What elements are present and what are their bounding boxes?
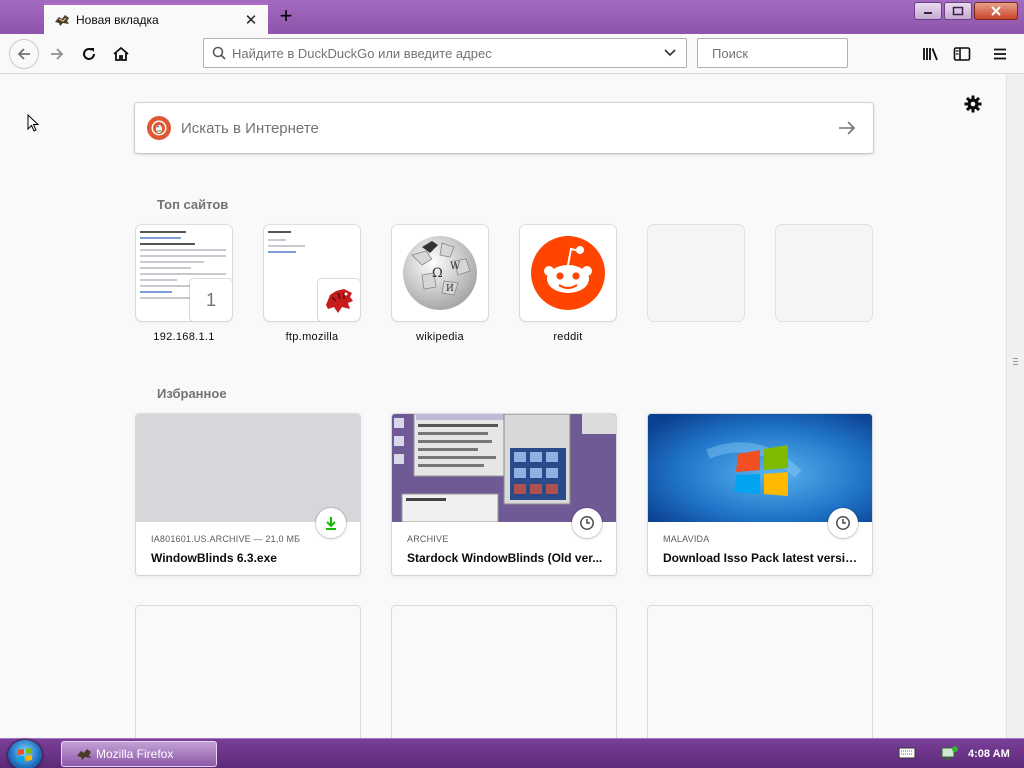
library-icon xyxy=(923,48,938,61)
card-source: IA801601.US.ARCHIVE — 21,0 МБ xyxy=(151,534,301,544)
card-title: WindowBlinds 6.3.exe xyxy=(151,551,277,565)
reload-icon xyxy=(83,48,95,60)
top-site-label: wikipedia xyxy=(416,331,464,343)
highlight-placeholder xyxy=(392,606,616,738)
clock[interactable]: 4:08 AM xyxy=(968,748,1010,760)
top-site-thumbnail: Ω W И xyxy=(392,225,488,321)
new-tab-button[interactable]: + xyxy=(274,5,298,29)
tab-close-icon[interactable]: ✕ xyxy=(242,11,260,29)
download-icon xyxy=(326,517,336,530)
firefox-app-icon xyxy=(77,749,91,760)
mouse-cursor-icon xyxy=(27,114,40,132)
top-site-ftp-mozilla[interactable]: ftp.mozilla xyxy=(264,225,360,343)
top-site-thumbnail: 1 xyxy=(136,225,232,321)
window-controls xyxy=(914,2,1018,20)
search-input[interactable] xyxy=(712,45,888,61)
navigation-toolbar xyxy=(0,34,1024,74)
taskbar: Mozilla Firefox 4:08 AM xyxy=(0,738,1024,768)
top-site-label: ftp.mozilla xyxy=(285,331,339,343)
highlights-heading: Избранное xyxy=(157,386,227,401)
highlight-placeholder xyxy=(136,606,360,738)
top-sites-heading: Топ сайтов xyxy=(157,197,229,212)
top-site-thumbnail xyxy=(520,225,616,321)
top-site-badge: 1 xyxy=(190,279,232,321)
back-arrow-icon xyxy=(17,48,30,60)
start-button[interactable] xyxy=(8,740,42,768)
taskbar-firefox-button[interactable]: Mozilla Firefox xyxy=(61,741,217,767)
top-site-empty xyxy=(776,225,872,321)
menu-button[interactable] xyxy=(986,40,1014,68)
top-site-reddit[interactable]: reddit xyxy=(520,225,616,343)
url-bar[interactable] xyxy=(203,38,687,68)
wikipedia-globe-icon: Ω W И xyxy=(403,236,477,310)
card-thumbnail-windows7-wallpaper xyxy=(648,414,872,522)
top-site-192-168-1-1[interactable]: 1 192.168.1.1 xyxy=(136,225,232,343)
top-site-wikipedia[interactable]: Ω W И wikipedia xyxy=(392,225,488,343)
titlebar: Новая вкладка ✕ + xyxy=(0,0,1024,34)
gear-icon xyxy=(964,95,982,113)
highlight-card[interactable]: ARCHIVE Stardock WindowBlinds (Old ver..… xyxy=(392,414,616,575)
library-button[interactable] xyxy=(917,40,945,68)
sidebar-icon xyxy=(953,47,971,61)
clock-icon xyxy=(580,516,594,530)
highlight-card[interactable]: IA801601.US.ARCHIVE — 21,0 МБ WindowBlin… xyxy=(136,414,360,575)
scrollbar-grip[interactable] xyxy=(1013,358,1018,365)
back-button[interactable] xyxy=(9,39,39,69)
vertical-scrollbar[interactable] xyxy=(1006,74,1024,738)
top-site-thumbnail xyxy=(264,225,360,321)
highlight-card[interactable]: MALAVIDA Download Isso Pack latest versi… xyxy=(648,414,872,575)
web-search-box[interactable]: Искать в Интернете xyxy=(135,103,873,153)
new-tab-page: Искать в Интернете Топ сайтов 1 192.168.… xyxy=(0,74,1006,738)
clock-icon xyxy=(836,516,850,530)
hamburger-menu-icon xyxy=(994,48,1006,60)
top-site-label: reddit xyxy=(553,331,583,343)
settings-gear-button[interactable] xyxy=(963,94,983,114)
card-source: ARCHIVE xyxy=(407,534,449,544)
card-thumbnail xyxy=(136,414,360,522)
svg-text:W: W xyxy=(450,261,461,272)
keyboard-icon[interactable] xyxy=(898,747,916,759)
top-site-placeholder xyxy=(648,225,744,321)
home-button[interactable] xyxy=(107,40,135,68)
card-title: Stardock WindowBlinds (Old ver... xyxy=(407,551,603,565)
minimize-button[interactable] xyxy=(914,2,942,20)
svg-text:Ω: Ω xyxy=(432,266,443,281)
tab-new-tab[interactable]: Новая вкладка ✕ xyxy=(44,3,268,34)
arrow-right-icon xyxy=(839,121,856,135)
top-site-placeholder xyxy=(776,225,872,321)
duckduckgo-logo-icon xyxy=(147,116,171,140)
card-thumbnail-windowblinds-screenshot xyxy=(392,414,616,522)
url-input[interactable] xyxy=(232,45,658,61)
web-search-placeholder: Искать в Интернете xyxy=(181,119,319,137)
forward-button[interactable] xyxy=(43,40,71,68)
card-source: MALAVIDA xyxy=(663,534,710,544)
close-icon xyxy=(991,6,1001,16)
network-icon[interactable] xyxy=(940,744,960,762)
chevron-down-icon xyxy=(664,49,676,57)
minimize-icon xyxy=(924,12,932,14)
search-bar[interactable] xyxy=(697,38,888,68)
tab-title: Новая вкладка xyxy=(76,12,159,27)
maximize-icon xyxy=(952,6,964,16)
search-submit-button[interactable] xyxy=(835,116,859,140)
maximize-button[interactable] xyxy=(944,2,972,20)
search-icon xyxy=(212,46,226,60)
highlight-placeholder xyxy=(648,606,872,738)
url-dropdown-button[interactable] xyxy=(658,41,682,65)
svg-text:И: И xyxy=(446,284,454,294)
home-icon xyxy=(113,46,129,61)
windows-logo-icon xyxy=(18,748,32,762)
reddit-alien-icon xyxy=(531,236,605,310)
card-title: Download Isso Pack latest versio... xyxy=(663,551,860,565)
forward-arrow-icon xyxy=(51,48,64,60)
reload-button[interactable] xyxy=(75,40,103,68)
top-site-empty xyxy=(648,225,744,321)
taskbar-task-label: Mozilla Firefox xyxy=(96,747,174,761)
tab-favicon-icon xyxy=(55,14,69,26)
top-site-label: 192.168.1.1 xyxy=(153,331,215,343)
sidebar-button[interactable] xyxy=(948,40,976,68)
mozilla-dino-icon xyxy=(318,279,360,321)
close-window-button[interactable] xyxy=(974,2,1018,20)
